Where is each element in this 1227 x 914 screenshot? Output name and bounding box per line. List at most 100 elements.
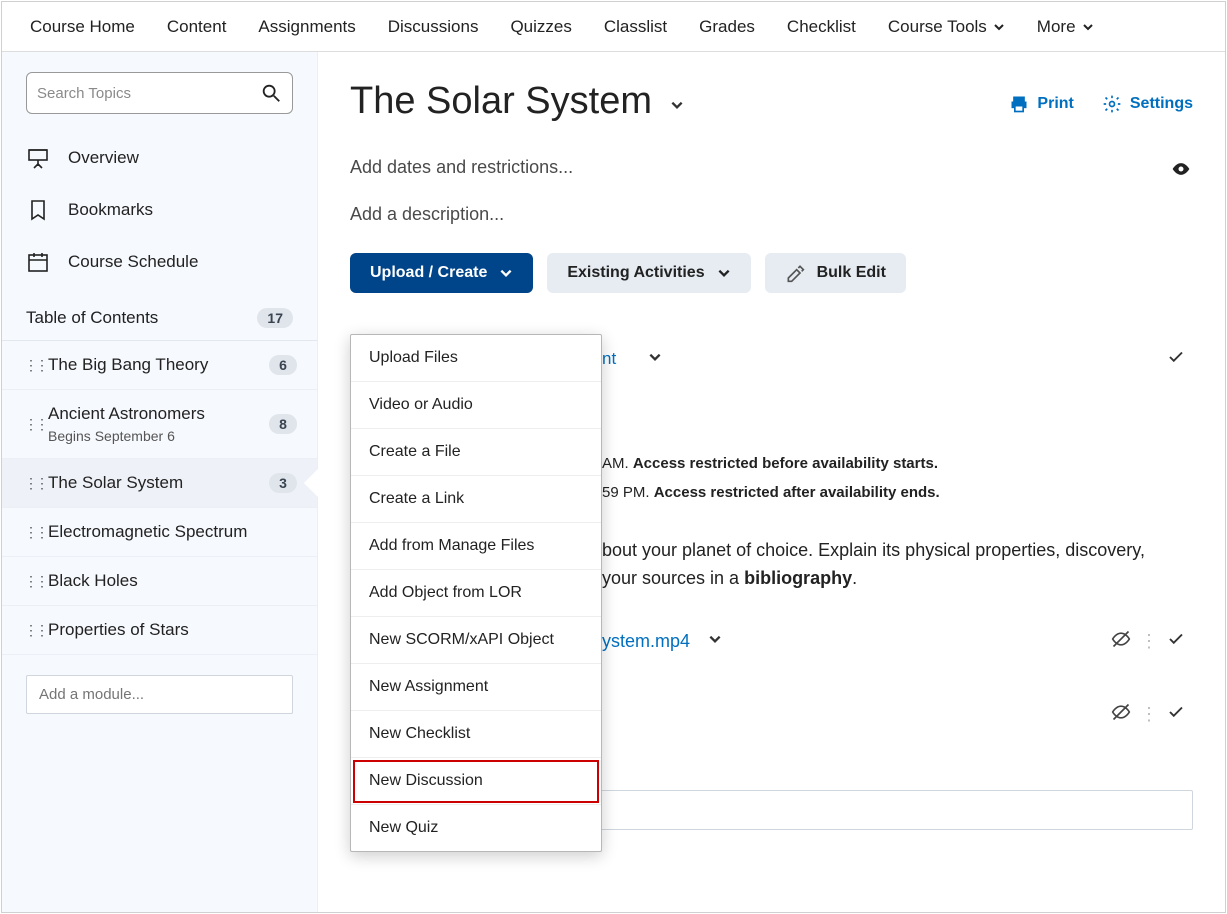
chevron-down-icon (1082, 21, 1094, 33)
menu-upload-files[interactable]: Upload Files (351, 335, 601, 382)
sidebar-bookmarks[interactable]: Bookmarks (2, 184, 317, 236)
restrict-time-2: 59 PM. (602, 484, 650, 501)
content-file-partial[interactable]: ystem.mp4 (602, 631, 690, 652)
toc-item-ancient-astronomers[interactable]: Ancient Astronomers Begins September 6 8 (2, 390, 317, 459)
bulk-edit-button[interactable]: Bulk Edit (765, 253, 906, 293)
toc-item-black-holes[interactable]: Black Holes (2, 557, 317, 606)
sidebar-schedule[interactable]: Course Schedule (2, 236, 317, 288)
menu-add-lor[interactable]: Add Object from LOR (351, 570, 601, 617)
print-icon (1009, 94, 1029, 114)
menu-create-link[interactable]: Create a Link (351, 476, 601, 523)
toc-item-count: 6 (269, 355, 297, 375)
bulk-edit-label: Bulk Edit (817, 264, 886, 282)
content-link-partial: nt (602, 349, 616, 369)
drag-handle-icon[interactable] (24, 623, 36, 637)
desc-strong: bibliography (744, 568, 852, 588)
visibility-icon[interactable] (1171, 159, 1191, 184)
menu-new-quiz[interactable]: New Quiz (351, 805, 601, 851)
print-button[interactable]: Print (1009, 94, 1073, 114)
page-title[interactable]: The Solar System (350, 80, 684, 123)
toc-item-label: The Big Bang Theory (48, 355, 257, 375)
chevron-down-icon[interactable] (670, 96, 684, 117)
toc-label: Table of Contents (26, 308, 158, 328)
page-title-text: The Solar System (350, 80, 652, 123)
nav-classlist[interactable]: Classlist (588, 2, 683, 51)
check-icon[interactable] (1167, 348, 1185, 371)
desc-dot: . (852, 568, 857, 588)
nav-course-tools[interactable]: Course Tools (872, 2, 1021, 51)
check-icon[interactable] (1167, 630, 1185, 653)
drag-handle-icon[interactable] (24, 525, 36, 539)
gear-icon (1102, 94, 1122, 114)
desc-line-1: bout your planet of choice. Explain its … (602, 540, 1145, 560)
upload-create-button[interactable]: Upload / Create (350, 253, 533, 293)
chevron-down-icon[interactable] (708, 631, 722, 651)
menu-new-assignment[interactable]: New Assignment (351, 664, 601, 711)
toc-count-badge: 17 (257, 308, 293, 328)
restrict-msg-1: Access restricted before availability st… (633, 455, 938, 472)
nav-course-home[interactable]: Course Home (14, 2, 151, 51)
menu-video-audio[interactable]: Video or Audio (351, 382, 601, 429)
toc-item-label: Ancient Astronomers (48, 404, 257, 424)
chevron-down-icon (993, 21, 1005, 33)
check-icon[interactable] (1167, 703, 1185, 726)
restrict-msg-2: Access restricted after availability end… (654, 484, 940, 501)
menu-create-file[interactable]: Create a File (351, 429, 601, 476)
add-description-link[interactable]: Add a description... (350, 204, 1193, 225)
search-topics-box (26, 72, 293, 114)
add-dates-text: Add dates and restrictions... (350, 157, 573, 177)
toc-header[interactable]: Table of Contents 17 (2, 288, 317, 341)
more-icon[interactable]: ⋮ (1140, 631, 1157, 652)
toc-item-em-spectrum[interactable]: Electromagnetic Spectrum (2, 508, 317, 557)
settings-button[interactable]: Settings (1102, 94, 1193, 114)
nav-more[interactable]: More (1021, 2, 1110, 51)
drag-handle-icon[interactable] (24, 417, 36, 431)
drag-handle-icon[interactable] (24, 574, 36, 588)
sidebar-overview-label: Overview (68, 148, 139, 168)
chevron-down-icon (717, 266, 731, 280)
toc-item-solar-system[interactable]: The Solar System 3 (2, 459, 317, 508)
restrict-time-1: AM. (602, 455, 629, 472)
hidden-icon[interactable] (1111, 629, 1131, 654)
nav-discussions[interactable]: Discussions (372, 2, 495, 51)
existing-activities-label: Existing Activities (567, 264, 704, 282)
nav-content[interactable]: Content (151, 2, 243, 51)
menu-new-scorm[interactable]: New SCORM/xAPI Object (351, 617, 601, 664)
menu-new-checklist[interactable]: New Checklist (351, 711, 601, 758)
settings-label: Settings (1130, 95, 1193, 113)
toc-item-label: Electromagnetic Spectrum (48, 522, 297, 542)
chevron-down-icon (499, 266, 513, 280)
sidebar: Overview Bookmarks Course Schedule Table… (2, 52, 318, 912)
print-label: Print (1037, 95, 1073, 113)
upload-create-menu-scroll[interactable]: Upload Files Video or Audio Create a Fil… (351, 335, 601, 851)
nav-grades[interactable]: Grades (683, 2, 771, 51)
more-icon[interactable]: ⋮ (1140, 704, 1157, 725)
edit-icon (785, 263, 805, 283)
toc-item-count: 8 (269, 414, 297, 434)
nav-more-label: More (1037, 17, 1076, 37)
nav-assignments[interactable]: Assignments (242, 2, 371, 51)
nav-quizzes[interactable]: Quizzes (494, 2, 587, 51)
search-icon[interactable] (260, 82, 282, 104)
toc-item-big-bang[interactable]: The Big Bang Theory 6 (2, 341, 317, 390)
existing-activities-button[interactable]: Existing Activities (547, 253, 750, 293)
bookmark-icon (26, 198, 50, 222)
sidebar-schedule-label: Course Schedule (68, 252, 198, 272)
add-module-input[interactable] (26, 675, 293, 714)
app-window: Course Home Content Assignments Discussi… (1, 1, 1226, 913)
drag-handle-icon[interactable] (24, 358, 36, 372)
drag-handle-icon[interactable] (24, 476, 36, 490)
hidden-icon[interactable] (1111, 702, 1131, 727)
sidebar-bookmarks-label: Bookmarks (68, 200, 153, 220)
chevron-down-icon[interactable] (648, 349, 662, 369)
upload-create-label: Upload / Create (370, 264, 487, 282)
nav-checklist[interactable]: Checklist (771, 2, 872, 51)
menu-add-manage-files[interactable]: Add from Manage Files (351, 523, 601, 570)
search-input[interactable] (37, 85, 260, 102)
sidebar-overview[interactable]: Overview (2, 132, 317, 184)
toc-item-label: Properties of Stars (48, 620, 297, 640)
menu-new-discussion[interactable]: New Discussion (351, 758, 601, 805)
upload-create-menu: Upload Files Video or Audio Create a Fil… (350, 334, 602, 852)
add-dates-link[interactable]: Add dates and restrictions... (350, 157, 1193, 178)
toc-item-properties-stars[interactable]: Properties of Stars (2, 606, 317, 655)
